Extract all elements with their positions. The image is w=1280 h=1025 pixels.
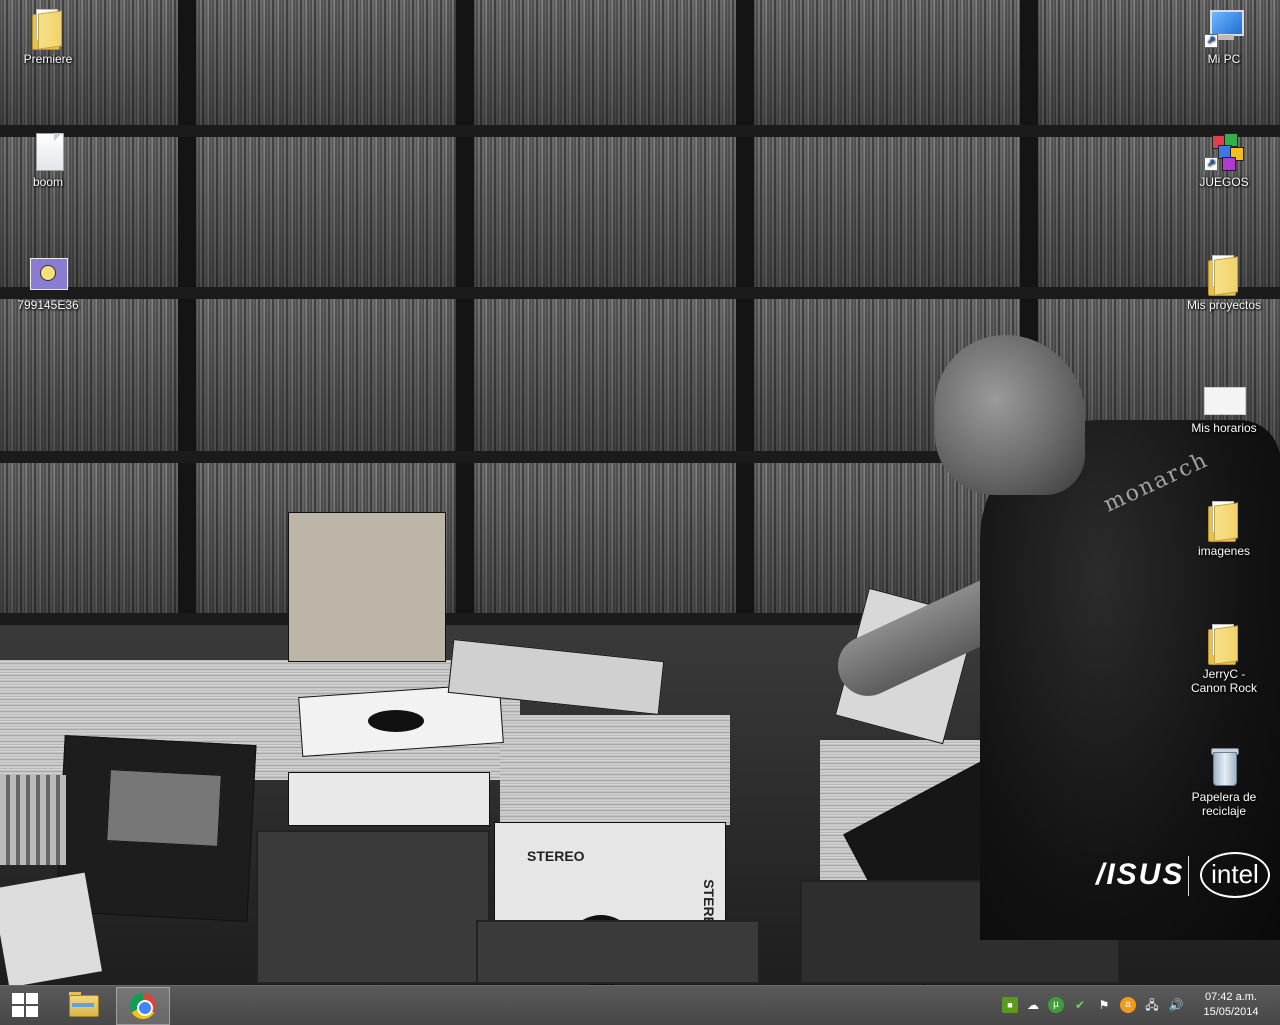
clock-date: 15/05/2014: [1203, 1006, 1259, 1018]
desktop-wallpaper: STEREO STEREO monarch /ISUS intel: [0, 0, 1280, 985]
volume-icon[interactable]: 🔊: [1168, 997, 1184, 1013]
shelf-post: [456, 0, 474, 660]
security-icon[interactable]: ✔: [1072, 997, 1088, 1013]
start-button[interactable]: [0, 986, 50, 1025]
folder-icon: [1204, 623, 1244, 665]
record-shelf: [474, 299, 736, 451]
action-center-flag-icon[interactable]: ⚑: [1096, 997, 1112, 1013]
shelf-post: [736, 0, 754, 660]
logo-divider: [1188, 856, 1189, 896]
desktop-icon-label: Premiere: [23, 52, 73, 66]
folder-icon: [28, 8, 68, 50]
network-icon[interactable]: 🖧: [1144, 997, 1160, 1013]
desktop-icon-boom[interactable]: boom: [10, 131, 86, 189]
vinyl-record: [368, 710, 424, 732]
person-head: [935, 335, 1085, 495]
album-cover: [0, 872, 102, 985]
desktop-icon-label: Mis proyectos: [1186, 298, 1262, 312]
desktop-icon-799145e36[interactable]: 799145E36: [10, 254, 86, 312]
utorrent-icon[interactable]: µ: [1048, 997, 1064, 1013]
avast-icon[interactable]: a: [1120, 997, 1136, 1013]
desktop-icon-imagenes[interactable]: imagenes: [1186, 500, 1262, 558]
taskbar-clock[interactable]: 07:42 a.m. 15/05/2014: [1196, 990, 1266, 1020]
folder-icon: [1204, 500, 1244, 542]
desktop-icon-label: Papelera de reciclaje: [1191, 790, 1257, 818]
record-shelf: [754, 0, 1020, 125]
desktop-icon-mis-proyectos[interactable]: Mis proyectos: [1186, 254, 1262, 312]
desktop-icon-papelera[interactable]: Papelera de reciclaje: [1186, 746, 1262, 818]
album-cover: [288, 512, 446, 662]
desktop-icon-label: 799145E36: [17, 298, 79, 312]
crate: [256, 830, 490, 984]
record-shelf: [474, 137, 736, 287]
record-shelf: [0, 463, 178, 613]
taskbar-google-chrome[interactable]: [116, 987, 170, 1025]
record-shelf: [0, 299, 178, 451]
album-cover: [288, 772, 490, 826]
desktop-icon-label: JUEGOS: [1199, 175, 1249, 189]
image-shortcut-icon: [28, 254, 68, 294]
desktop-icon-mi-pc[interactable]: ↗ Mi PC: [1186, 8, 1262, 66]
album-photo: [106, 769, 222, 847]
record-shelf: [196, 299, 456, 451]
crate: [0, 775, 66, 865]
desktop-icon-label: Mis horarios: [1191, 421, 1257, 435]
desktop-icon-label: JerryC - Canon Rock: [1190, 667, 1258, 695]
games-shortcut-icon: ↗: [1204, 131, 1244, 171]
record-shelf: [474, 463, 736, 613]
text-document-icon: [28, 131, 68, 171]
record-shelf: [196, 137, 456, 287]
intel-logo: intel: [1200, 852, 1270, 898]
record-shelf: [474, 0, 736, 125]
onedrive-icon[interactable]: ☁: [1025, 997, 1041, 1013]
shelf-post: [178, 0, 196, 660]
record-shelf: [196, 0, 456, 125]
desktop-icon-premiere[interactable]: Premiere: [10, 8, 86, 66]
desktop-icon-mis-horarios[interactable]: Mis horarios: [1186, 377, 1262, 435]
desktop-icon-label: boom: [32, 175, 64, 189]
document-icon: [1204, 377, 1246, 417]
taskbar: ■ ☁ µ ✔ ⚑ a 🖧 🔊 07:42 a.m. 15/05/2014: [0, 985, 1280, 1025]
computer-icon: ↗: [1204, 8, 1244, 48]
shelf-board: [0, 287, 1280, 299]
desktop-icon-label: imagenes: [1197, 544, 1251, 558]
folder-icon: [1204, 254, 1244, 296]
crate: [476, 920, 760, 984]
desktop-icon-juegos[interactable]: ↗ JUEGOS: [1186, 131, 1262, 189]
taskbar-file-explorer[interactable]: [56, 987, 108, 1023]
desktop-icon-label: Mi PC: [1207, 52, 1241, 66]
record-shelf: [754, 137, 1020, 287]
recycle-bin-icon: [1204, 746, 1244, 786]
album-label: STEREO: [527, 848, 585, 864]
nvidia-icon[interactable]: ■: [1002, 997, 1018, 1013]
desktop-icon-jerryc-canon-rock[interactable]: JerryC - Canon Rock: [1186, 623, 1262, 695]
clock-time: 07:42 a.m.: [1205, 991, 1257, 1003]
record-bin: [500, 715, 730, 825]
shelf-board: [0, 125, 1280, 137]
asus-logo: /ISUS: [1096, 858, 1185, 891]
